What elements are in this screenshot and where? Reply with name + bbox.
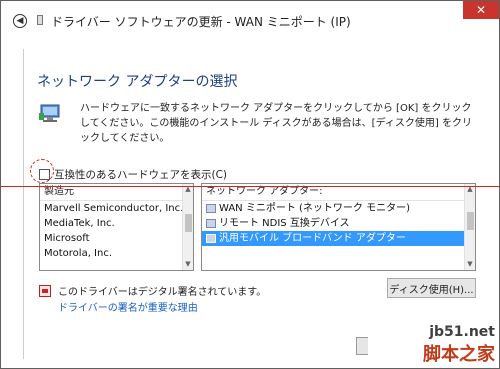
title-bar: ◀ ドライバー ソフトウェアの更新 - WAN ミニポート (IP) ✕: [1, 1, 499, 37]
signed-driver-icon: [39, 284, 51, 297]
list-item[interactable]: Marvell Semiconductor, Inc.: [40, 201, 193, 216]
network-adapter-icon: [206, 234, 216, 243]
compat-label: 互換性のあるハードウェアを表示(C): [54, 169, 228, 181]
list-item[interactable]: リモート NDIS 互換デバイス: [202, 216, 475, 231]
page-title: ネットワーク アダプターの選択: [37, 74, 238, 90]
back-arrow-icon[interactable]: ◀: [13, 14, 27, 28]
list-item[interactable]: Microsoft: [40, 231, 193, 246]
network-adapter-icon: [206, 204, 216, 213]
close-icon[interactable]: ✕: [463, 1, 499, 19]
signed-text: このドライバーはデジタル署名されています。: [58, 287, 267, 298]
window-title: ドライバー ソフトウェアの更新 - WAN ミニポート (IP): [51, 15, 351, 29]
list-item-label: リモート NDIS 互換デバイス: [219, 218, 350, 229]
description-text: ハードウェアに一致するネットワーク アダプターをクリックしてから [OK] をク…: [80, 103, 472, 144]
list-item[interactable]: Motorola, Inc.: [40, 246, 193, 261]
scroll-down-icon[interactable]: ▼: [183, 259, 193, 270]
list-item-label: WAN ミニポート (ネットワーク モニター): [219, 203, 411, 214]
compat-checkbox-row[interactable]: 互換性のあるハードウェアを表示(C): [39, 167, 227, 182]
list-item[interactable]: WAN ミニポート (ネットワーク モニター): [202, 201, 475, 216]
annotation-circle: [30, 159, 54, 183]
signature-status: このドライバーはデジタル署名されています。: [39, 283, 266, 298]
annotation-line: [1, 186, 499, 187]
list-item-label: 汎用モバイル ブロードバンド アダプター: [219, 233, 406, 244]
manufacturer-scrollbar[interactable]: ▲ ▼: [182, 184, 193, 270]
dialog-window: ◀ ドライバー ソフトウェアの更新 - WAN ミニポート (IP) ✕ ネット…: [0, 0, 500, 369]
computer-network-icon: [39, 104, 60, 122]
network-adapter-icon: [206, 219, 216, 228]
next-button[interactable]: [356, 337, 368, 355]
scroll-thumb[interactable]: [185, 214, 192, 232]
model-scrollbar[interactable]: ▲ ▼: [464, 184, 475, 270]
have-disk-button[interactable]: ディスク使用(H)...: [387, 278, 476, 298]
list-item[interactable]: MediaTek, Inc.: [40, 216, 193, 231]
watermark: jb51.net 脚本之家: [423, 324, 495, 366]
device-icon: [37, 15, 43, 25]
watermark-text: 脚本之家: [423, 344, 495, 365]
scroll-down-icon[interactable]: ▼: [465, 259, 475, 270]
signing-info-link[interactable]: ドライバーの署名が重要な理由: [58, 299, 198, 314]
model-list[interactable]: ネットワーク アダプター: WAN ミニポート (ネットワーク モニター) リモ…: [201, 183, 476, 271]
watermark-url: jb51.net: [429, 324, 495, 340]
list-item-selected[interactable]: 汎用モバイル ブロードバンド アダプター: [202, 231, 475, 246]
manufacturer-list[interactable]: 製造元 Marvell Semiconductor, Inc. MediaTek…: [39, 183, 194, 271]
scroll-thumb[interactable]: [467, 212, 474, 230]
